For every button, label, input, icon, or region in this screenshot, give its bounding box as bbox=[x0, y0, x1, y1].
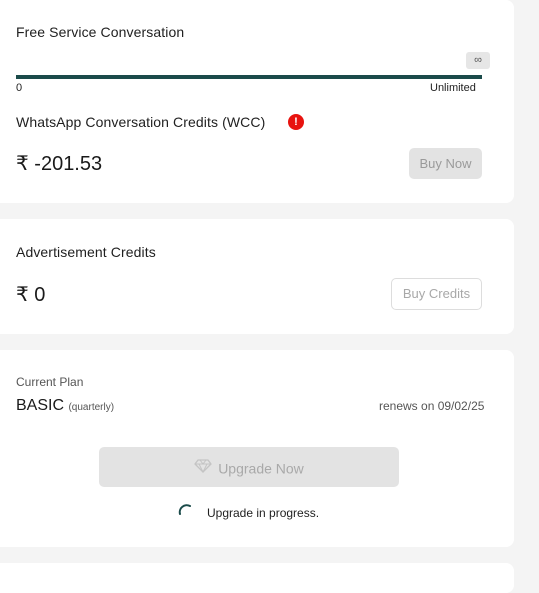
diamond-icon bbox=[194, 448, 212, 488]
upgrade-now-label: Upgrade Now bbox=[218, 460, 304, 477]
advertisement-credits-card: Advertisement Credits ₹ 0 Buy Credits bbox=[0, 219, 514, 334]
advertisement-credits-balance: ₹ 0 bbox=[16, 284, 46, 306]
conversation-credits-card: Free Service Conversation ∞ 0 Unlimited … bbox=[0, 0, 514, 203]
upgrade-now-button[interactable]: Upgrade Now bbox=[99, 447, 399, 487]
buy-now-button[interactable]: Buy Now bbox=[409, 148, 482, 179]
unlimited-badge: ∞ bbox=[466, 52, 490, 69]
scale-max-label: Unlimited bbox=[430, 82, 476, 94]
current-plan-card: Current Plan BASIC (quarterly) renews on… bbox=[0, 350, 514, 547]
plan-name: BASIC bbox=[16, 397, 65, 414]
plan-name-row: BASIC (quarterly) bbox=[16, 397, 114, 415]
buy-credits-button[interactable]: Buy Credits bbox=[391, 278, 482, 310]
advertisement-credits-title: Advertisement Credits bbox=[16, 244, 156, 260]
wcc-title: WhatsApp Conversation Credits (WCC) bbox=[16, 114, 266, 130]
upgrade-progress-text: Upgrade in progress. bbox=[207, 506, 320, 520]
wcc-balance: ₹ -201.53 bbox=[16, 153, 103, 175]
next-card bbox=[0, 563, 514, 593]
free-service-progress-bar bbox=[16, 75, 482, 79]
current-plan-label: Current Plan bbox=[16, 375, 84, 389]
alert-circle-icon[interactable]: ! bbox=[288, 114, 304, 130]
scale-min-label: 0 bbox=[16, 82, 23, 94]
free-service-progress-fill bbox=[16, 75, 482, 79]
plan-renewal-date: renews on 09/02/25 bbox=[379, 399, 485, 413]
loading-spinner-icon bbox=[177, 502, 197, 522]
free-service-title: Free Service Conversation bbox=[16, 24, 185, 40]
plan-period: (quarterly) bbox=[68, 402, 115, 413]
